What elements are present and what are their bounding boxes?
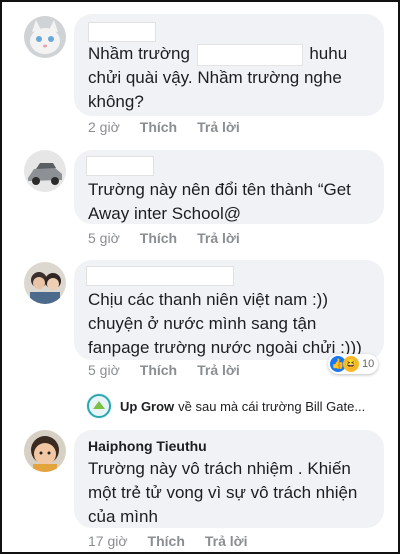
avatar[interactable]	[24, 262, 66, 304]
comment-text: Trường này vô trách nhiệm . Khiến một tr…	[88, 459, 358, 526]
comment-time[interactable]: 5 giờ	[88, 362, 120, 378]
author-name[interactable]: Haiphong Tieuthu	[88, 438, 207, 454]
comment-actions: 2 giờ Thích Trả lời	[88, 119, 260, 135]
like-button[interactable]: Thích	[140, 119, 177, 135]
author-name-redacted[interactable]	[88, 22, 156, 42]
like-button[interactable]: Thích	[140, 362, 177, 378]
reply-preview[interactable]: Up Grow về sau mà cái trường Bill Gate...	[120, 399, 365, 414]
comment-thread: Nhầm trường huhu chửi quài vậy. Nhầm trư…	[0, 0, 400, 554]
comment-time[interactable]: 5 giờ	[88, 230, 120, 246]
redacted-school-name	[196, 43, 303, 66]
comment-text: Nhầm trường huhu chửi quài vậy. Nhầm trư…	[88, 43, 348, 111]
author-name-redacted[interactable]	[86, 156, 154, 176]
avatar[interactable]	[24, 430, 66, 472]
like-button[interactable]: Thích	[140, 230, 177, 246]
comment-time[interactable]: 2 giờ	[88, 119, 120, 135]
avatar[interactable]	[24, 150, 66, 192]
reply-button[interactable]: Trả lời	[205, 533, 248, 549]
reaction-count: 10	[362, 358, 375, 370]
comment-time[interactable]: 17 giờ	[88, 533, 128, 549]
like-button[interactable]: Thích	[148, 533, 185, 549]
comment-text: Trường này nên đổi tên thành “Get Away i…	[88, 180, 351, 223]
haha-reaction-icon: 😆	[343, 356, 359, 372]
avatar[interactable]	[24, 16, 66, 58]
comment-text: Chịu các thanh niên việt nam :)) chuyện …	[88, 290, 362, 357]
comment-actions: 5 giờ Thích Trả lời	[88, 230, 260, 246]
comment-actions: 5 giờ Thích Trả lời	[88, 362, 260, 378]
author-name-redacted[interactable]	[86, 266, 234, 286]
reply-preview-text: về sau mà cái trường Bill Gate...	[178, 399, 366, 414]
reply-button[interactable]: Trả lời	[197, 230, 240, 246]
reaction-summary[interactable]: 👍 😆 10	[328, 354, 379, 374]
reply-author-name[interactable]: Up Grow	[120, 399, 174, 414]
reply-author-avatar[interactable]	[86, 393, 112, 419]
reply-button[interactable]: Trả lời	[197, 362, 240, 378]
reply-button[interactable]: Trả lời	[197, 119, 240, 135]
comment-actions: 17 giờ Thích Trả lời	[88, 533, 268, 549]
